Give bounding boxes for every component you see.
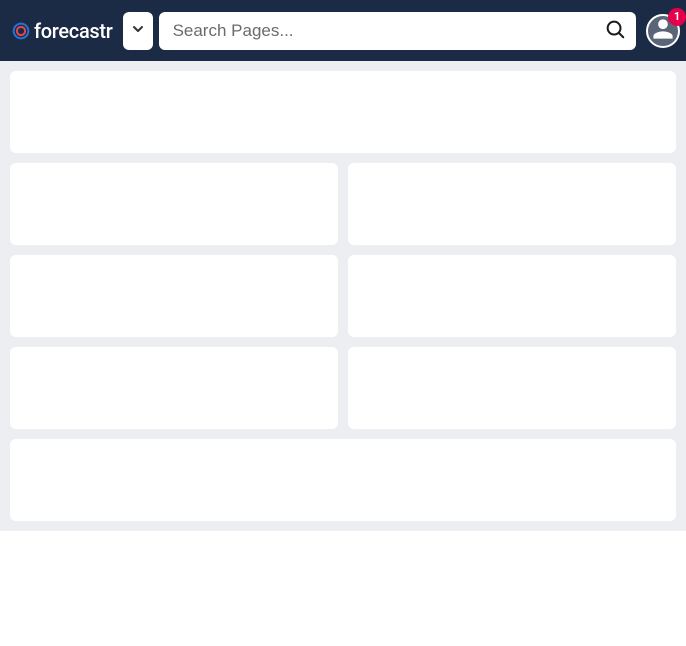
skeleton-card [348, 347, 676, 429]
skeleton-row [10, 347, 676, 429]
skeleton-card [10, 255, 338, 337]
search-icon[interactable] [604, 18, 626, 44]
user-menu[interactable]: 1 [646, 14, 680, 48]
brand-logo-text: forecastr [34, 19, 113, 43]
skeleton-card [10, 163, 338, 245]
skeleton-card [10, 71, 676, 153]
app-header: forecastr 1 [0, 0, 686, 61]
main-content [0, 61, 686, 531]
search-input[interactable] [173, 21, 604, 41]
notification-badge: 1 [668, 8, 686, 26]
nav-dropdown-button[interactable] [123, 12, 153, 50]
skeleton-card [348, 255, 676, 337]
skeleton-card [10, 347, 338, 429]
skeleton-row [10, 163, 676, 245]
search-container [159, 12, 636, 50]
chevron-down-icon [130, 21, 146, 41]
skeleton-card [10, 439, 676, 521]
skeleton-card [348, 163, 676, 245]
brand-logo[interactable]: forecastr [10, 19, 117, 43]
skeleton-row [10, 255, 676, 337]
brand-logo-mark [10, 20, 32, 42]
